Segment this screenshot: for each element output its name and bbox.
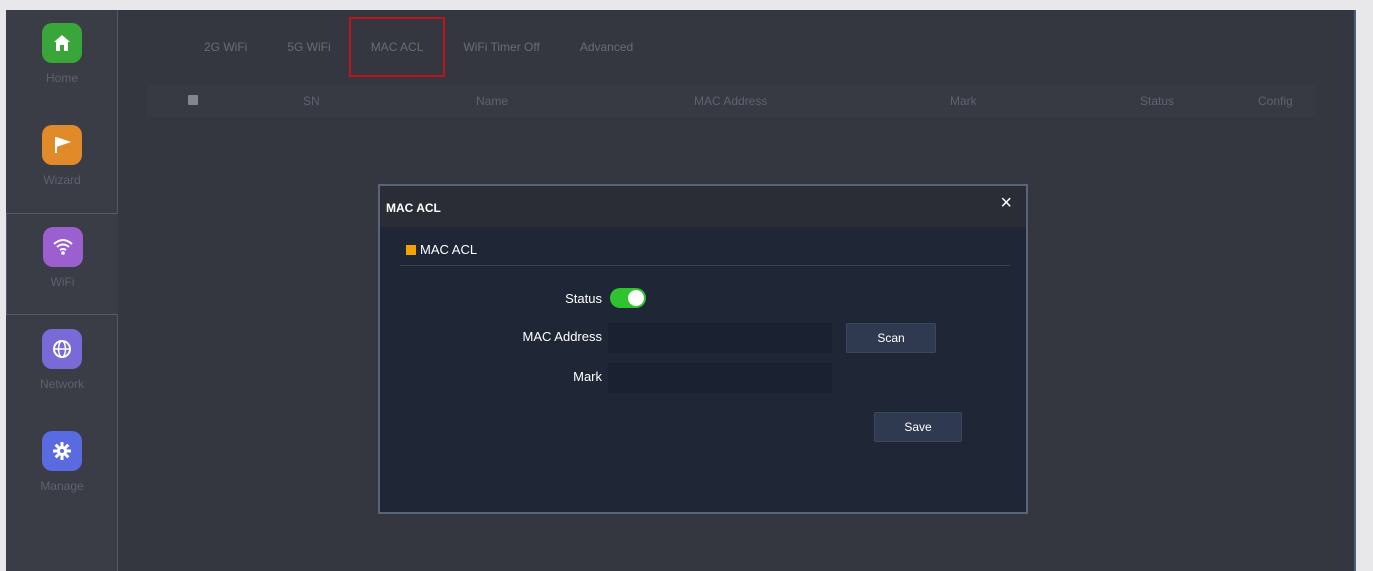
home-icon [42, 23, 82, 63]
sidebar-item-label: Manage [40, 479, 84, 493]
wifi-icon [42, 227, 83, 267]
section-divider [400, 265, 1010, 266]
status-label: Status [565, 291, 602, 306]
flag-icon [42, 125, 82, 165]
mark-label: Mark [573, 369, 602, 384]
section-title: MAC ACL [406, 242, 477, 257]
toggle-knob [628, 290, 644, 306]
sidebar-item-wifi[interactable]: WiFi [6, 213, 118, 315]
sidebar-item-label: WiFi [50, 275, 75, 289]
sidebar-item-manage[interactable]: Manage [6, 418, 118, 520]
dialog-header: MAC ACL × [380, 186, 1026, 227]
mark-input[interactable] [608, 363, 832, 393]
section-title-text: MAC ACL [420, 242, 478, 257]
close-icon[interactable]: × [1000, 192, 1012, 215]
mac-acl-dialog: MAC ACL × MAC ACL Status MAC Address Sca… [378, 184, 1028, 514]
globe-icon [42, 329, 82, 369]
sidebar-item-wizard[interactable]: Wizard [6, 112, 118, 214]
app-frame: Home Wizard WiFi Network Manage 2G WiFi … [6, 10, 1356, 571]
save-button[interactable]: Save [874, 412, 962, 442]
section-marker-icon [406, 244, 416, 255]
mac-address-label: MAC Address [522, 329, 602, 344]
sidebar: Home Wizard WiFi Network Manage [6, 10, 118, 571]
gear-icon [42, 431, 82, 471]
sidebar-item-label: Wizard [43, 173, 81, 187]
mac-address-input[interactable] [608, 323, 832, 353]
sidebar-item-home[interactable]: Home [6, 10, 118, 112]
sidebar-item-label: Network [39, 377, 84, 391]
scan-button[interactable]: Scan [846, 323, 936, 353]
status-toggle[interactable] [610, 288, 646, 308]
sidebar-item-network[interactable]: Network [6, 316, 118, 418]
dialog-title: MAC ACL [386, 201, 441, 215]
sidebar-item-label: Home [45, 71, 78, 85]
